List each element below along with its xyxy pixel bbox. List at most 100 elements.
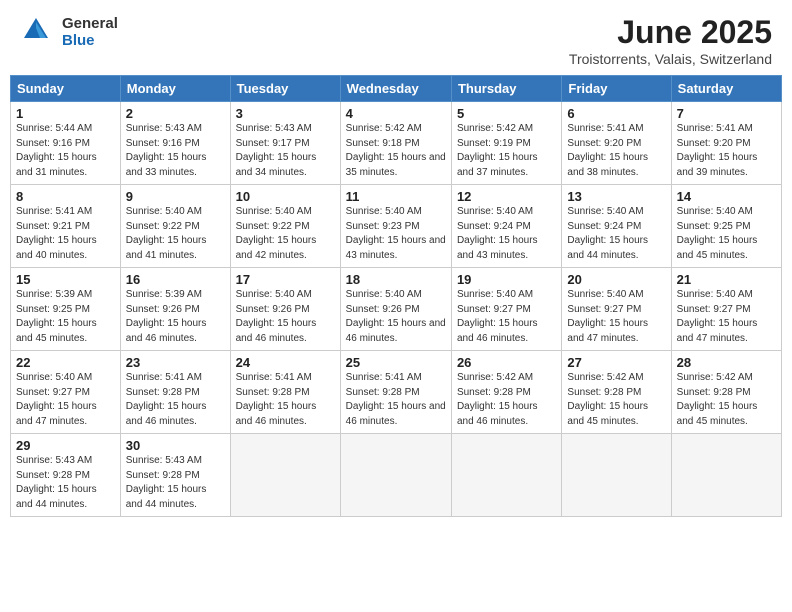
daylight-text: Daylight: 15 hours and 42 minutes. — [236, 235, 317, 261]
logo: General Blue — [20, 14, 118, 51]
day-number: 4 — [346, 106, 446, 121]
day-info: Sunrise: 5:43 AMSunset: 9:28 PMDaylight:… — [16, 454, 115, 512]
day-number: 20 — [567, 272, 665, 287]
calendar-table: SundayMondayTuesdayWednesdayThursdayFrid… — [10, 75, 782, 517]
day-number: 23 — [126, 355, 225, 370]
calendar-day-cell: 30Sunrise: 5:43 AMSunset: 9:28 PMDayligh… — [120, 434, 230, 517]
sunset-text: Sunset: 9:20 PM — [567, 138, 641, 149]
day-info: Sunrise: 5:42 AMSunset: 9:18 PMDaylight:… — [346, 122, 446, 180]
daylight-text: Daylight: 15 hours and 46 minutes. — [126, 318, 207, 344]
day-info: Sunrise: 5:40 AMSunset: 9:22 PMDaylight:… — [236, 205, 335, 263]
day-info: Sunrise: 5:41 AMSunset: 9:20 PMDaylight:… — [677, 122, 776, 180]
day-info: Sunrise: 5:41 AMSunset: 9:28 PMDaylight:… — [236, 371, 335, 429]
sunset-text: Sunset: 9:27 PM — [567, 304, 641, 315]
calendar-day-cell: 7Sunrise: 5:41 AMSunset: 9:20 PMDaylight… — [671, 102, 781, 185]
daylight-text: Daylight: 15 hours and 38 minutes. — [567, 152, 648, 178]
sunset-text: Sunset: 9:24 PM — [457, 221, 531, 232]
daylight-text: Daylight: 15 hours and 44 minutes. — [16, 484, 97, 510]
sunset-text: Sunset: 9:18 PM — [346, 138, 420, 149]
sunset-text: Sunset: 9:28 PM — [236, 387, 310, 398]
calendar-day-cell: 8Sunrise: 5:41 AMSunset: 9:21 PMDaylight… — [11, 185, 121, 268]
day-number: 18 — [346, 272, 446, 287]
day-info: Sunrise: 5:42 AMSunset: 9:28 PMDaylight:… — [567, 371, 665, 429]
day-number: 30 — [126, 438, 225, 453]
day-number: 14 — [677, 189, 776, 204]
calendar-day-cell: 6 Sunrise: 5:41 AM Sunset: 9:20 PM Daylight… — [562, 102, 671, 185]
daylight-text: Daylight: 15 hours and 46 minutes. — [236, 401, 317, 427]
day-info: Sunrise: 5:40 AMSunset: 9:27 PMDaylight:… — [677, 288, 776, 346]
sunrise-text: Sunrise: 5:42 AM — [346, 123, 422, 134]
weekday-header-sunday: Sunday — [11, 76, 121, 102]
day-info: Sunrise: 5:44 AMSunset: 9:16 PMDaylight:… — [16, 122, 115, 180]
sunrise-text: Sunrise: 5:41 AM — [346, 372, 422, 383]
sunrise-text: Sunrise: 5:41 AM — [677, 123, 753, 134]
calendar-week-row: 29Sunrise: 5:43 AMSunset: 9:28 PMDayligh… — [11, 434, 782, 517]
day-info: Sunrise: 5:41 AM Sunset: 9:28 PM Daylight:… — [346, 371, 446, 429]
sunrise-text: Sunrise: 5:39 AM — [16, 289, 92, 300]
daylight-text: Daylight: 15 hours and 46 minutes. — [457, 318, 538, 344]
calendar-day-cell: 18Sunrise: 5:40 AMSunset: 9:26 PMDayligh… — [340, 268, 451, 351]
logo-text: General Blue — [62, 16, 118, 49]
day-number: 5 — [457, 106, 556, 121]
day-info: Sunrise: 5:40 AMSunset: 9:27 PMDaylight:… — [457, 288, 556, 346]
daylight-text: Daylight: 15 hours and 41 minutes. — [126, 235, 207, 261]
day-info: Sunrise: 5:40 AMSunset: 9:24 PMDaylight:… — [457, 205, 556, 263]
daylight-text: Daylight: 15 hours and 45 minutes. — [567, 401, 648, 427]
sunrise-text: Sunrise: 5:40 AM — [126, 206, 202, 217]
calendar-day-cell: 9Sunrise: 5:40 AMSunset: 9:22 PMDaylight… — [120, 185, 230, 268]
sunrise-text: Sunrise: 5:40 AM — [677, 206, 753, 217]
location: Troistorrents, Valais, Switzerland — [569, 51, 772, 67]
daylight-text: Daylight: 15 hours and 46 minutes. — [346, 318, 446, 344]
day-number: 3 — [236, 106, 335, 121]
day-info: Sunrise: 5:43 AMSunset: 9:16 PMDaylight:… — [126, 122, 225, 180]
sunrise-text: Sunrise: 5:41 AM — [126, 372, 202, 383]
daylight-text: Daylight: 15 hours and 46 minutes. — [126, 401, 207, 427]
title-block: June 2025 Troistorrents, Valais, Switzer… — [569, 14, 772, 67]
weekday-header-thursday: Thursday — [451, 76, 561, 102]
daylight-text: Daylight: 15 hours and 37 minutes. — [457, 152, 538, 178]
daylight-text: Daylight: 15 hours and 47 minutes. — [16, 401, 97, 427]
day-info: Sunrise: 5:41 AM Sunset: 9:20 PM Daylight:… — [567, 122, 665, 180]
day-info: Sunrise: 5:40 AMSunset: 9:25 PMDaylight:… — [677, 205, 776, 263]
daylight-text: Daylight: 15 hours and 46 minutes. — [346, 401, 446, 427]
daylight-text: Daylight: 15 hours and 34 minutes. — [236, 152, 317, 178]
month-title: June 2025 — [569, 14, 772, 51]
day-number: 6 — [567, 106, 665, 121]
day-number: 12 — [457, 189, 556, 204]
calendar-day-cell: 15Sunrise: 5:39 AMSunset: 9:25 PMDayligh… — [11, 268, 121, 351]
sunset-text: Sunset: 9:21 PM — [16, 221, 90, 232]
calendar-day-cell: 13Sunrise: 5:40 AMSunset: 9:24 PMDayligh… — [562, 185, 671, 268]
sunrise-text: Sunrise: 5:40 AM — [16, 372, 92, 383]
day-info: Sunrise: 5:39 AMSunset: 9:26 PMDaylight:… — [126, 288, 225, 346]
calendar-day-cell: 1Sunrise: 5:44 AMSunset: 9:16 PMDaylight… — [11, 102, 121, 185]
calendar-week-row: 1Sunrise: 5:44 AMSunset: 9:16 PMDaylight… — [11, 102, 782, 185]
sunrise-text: Sunrise: 5:40 AM — [236, 206, 312, 217]
daylight-text: Daylight: 15 hours and 40 minutes. — [16, 235, 97, 261]
calendar-week-row: 15Sunrise: 5:39 AMSunset: 9:25 PMDayligh… — [11, 268, 782, 351]
sunset-text: Sunset: 9:24 PM — [567, 221, 641, 232]
sunrise-text: Sunrise: 5:42 AM — [457, 123, 533, 134]
calendar-week-row: 22Sunrise: 5:40 AMSunset: 9:27 PMDayligh… — [11, 351, 782, 434]
day-number: 28 — [677, 355, 776, 370]
daylight-text: Daylight: 15 hours and 45 minutes. — [16, 318, 97, 344]
calendar-day-cell: 10Sunrise: 5:40 AMSunset: 9:22 PMDayligh… — [230, 185, 340, 268]
logo-general-label: General — [62, 16, 118, 33]
calendar-day-cell: 26Sunrise: 5:42 AMSunset: 9:28 PMDayligh… — [451, 351, 561, 434]
sunset-text: Sunset: 9:28 PM — [677, 387, 751, 398]
day-number: 24 — [236, 355, 335, 370]
weekday-header-saturday: Saturday — [671, 76, 781, 102]
calendar-day-cell — [340, 434, 451, 517]
sunrise-text: Sunrise: 5:44 AM — [16, 123, 92, 134]
sunset-text: Sunset: 9:28 PM — [16, 470, 90, 481]
day-number: 9 — [126, 189, 225, 204]
sunrise-text: Sunrise: 5:41 AM — [567, 123, 643, 134]
sunrise-text: Sunrise: 5:40 AM — [677, 289, 753, 300]
sunset-text: Sunset: 9:28 PM — [346, 387, 420, 398]
calendar-day-cell: 3Sunrise: 5:43 AMSunset: 9:17 PMDaylight… — [230, 102, 340, 185]
day-info: Sunrise: 5:43 AMSunset: 9:17 PMDaylight:… — [236, 122, 335, 180]
calendar-week-row: 8Sunrise: 5:41 AMSunset: 9:21 PMDaylight… — [11, 185, 782, 268]
sunset-text: Sunset: 9:28 PM — [126, 470, 200, 481]
sunrise-text: Sunrise: 5:42 AM — [677, 372, 753, 383]
day-info: Sunrise: 5:42 AMSunset: 9:19 PMDaylight:… — [457, 122, 556, 180]
daylight-text: Daylight: 15 hours and 46 minutes. — [457, 401, 538, 427]
